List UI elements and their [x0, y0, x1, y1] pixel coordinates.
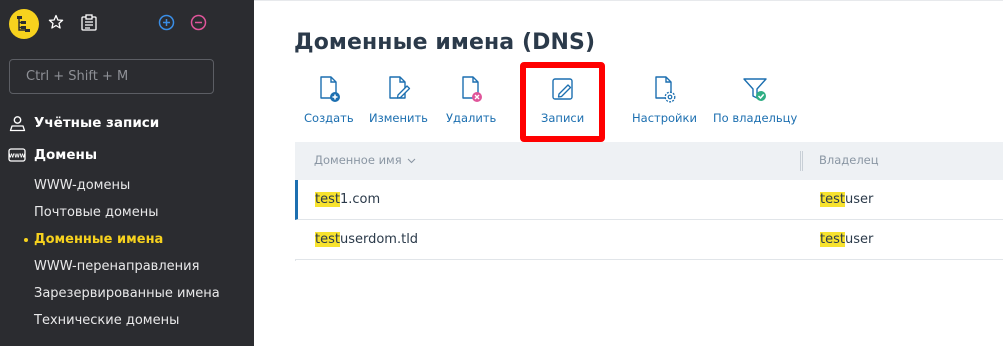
- create-button[interactable]: Создать: [304, 72, 354, 125]
- filter-check-icon: [739, 72, 771, 106]
- section-accounts-label: Учётные записи: [34, 115, 160, 131]
- owner-text: user: [844, 232, 874, 247]
- domain-www-icon: WWW: [8, 146, 26, 164]
- app-logo[interactable]: [9, 9, 39, 39]
- document-settings-icon: [648, 72, 680, 106]
- domain-cell: test1.com: [315, 192, 380, 207]
- search-match: test: [315, 232, 340, 247]
- star-icon[interactable]: [48, 14, 64, 30]
- column-header-domain[interactable]: Доменное имя: [314, 153, 416, 167]
- settings-label: Настройки: [632, 111, 697, 125]
- sidebar-item-technical-domains[interactable]: Технические домены: [34, 313, 179, 328]
- tree-icon: [17, 16, 30, 32]
- table-header: Доменное имя Владелец: [295, 142, 1003, 180]
- edit-label: Изменить: [369, 111, 428, 125]
- table-row[interactable]: testuserdom.tld testuser: [295, 220, 1003, 260]
- svg-text:WWW: WWW: [9, 154, 26, 160]
- edit-button[interactable]: Изменить: [369, 72, 428, 125]
- domain-text: 1.com: [339, 192, 381, 207]
- chevron-down-icon: [407, 158, 416, 163]
- search-match: test: [315, 192, 340, 207]
- section-domains-label: Домены: [34, 147, 98, 163]
- section-domains[interactable]: WWW Домены: [8, 146, 97, 164]
- user-pin-icon: [8, 114, 26, 132]
- by-owner-button[interactable]: По владельцу: [713, 72, 797, 125]
- owner-cell: testuser: [820, 192, 873, 207]
- minus-circle-icon[interactable]: [190, 14, 207, 31]
- sidebar-item-www-domains[interactable]: WWW-домены: [34, 178, 130, 193]
- section-accounts[interactable]: Учётные записи: [8, 114, 159, 132]
- table-row[interactable]: test1.com testuser: [295, 180, 1003, 220]
- create-label: Создать: [304, 111, 354, 125]
- column-header-owner[interactable]: Владелец: [819, 153, 879, 167]
- delete-label: Удалить: [446, 111, 497, 125]
- owner-cell: testuser: [820, 232, 873, 247]
- page-title: Доменные имена (DNS): [294, 30, 596, 55]
- sidebar-item-reserved-names[interactable]: Зарезервированные имена: [34, 286, 220, 301]
- sidebar: Учётные записи WWW Домены WWW-домены Поч…: [0, 0, 254, 346]
- search-match: test: [820, 192, 845, 207]
- domain-cell: testuserdom.tld: [315, 232, 418, 247]
- column-resize-handle[interactable]: [800, 151, 803, 171]
- sidebar-item-mail-domains[interactable]: Почтовые домены: [34, 205, 159, 220]
- records-highlight-box: [520, 62, 605, 142]
- document-add-icon: [313, 72, 345, 106]
- delete-button[interactable]: Удалить: [446, 72, 496, 125]
- document-delete-icon: [455, 72, 487, 106]
- top-divider: [254, 0, 1003, 4]
- search-match: test: [820, 232, 845, 247]
- sidebar-item-domain-names[interactable]: Доменные имена: [34, 232, 163, 247]
- sidebar-item-www-redirects[interactable]: WWW-перенаправления: [34, 259, 199, 274]
- settings-button[interactable]: Настройки: [632, 72, 697, 125]
- by-owner-label: По владельцу: [713, 111, 798, 125]
- search-input[interactable]: [9, 59, 214, 94]
- clipboard-icon[interactable]: [80, 14, 98, 31]
- domain-text: userdom.tld: [339, 232, 419, 247]
- document-edit-icon: [382, 72, 414, 106]
- plus-circle-icon[interactable]: [158, 14, 175, 31]
- active-bullet: [24, 238, 28, 242]
- owner-text: user: [844, 192, 874, 207]
